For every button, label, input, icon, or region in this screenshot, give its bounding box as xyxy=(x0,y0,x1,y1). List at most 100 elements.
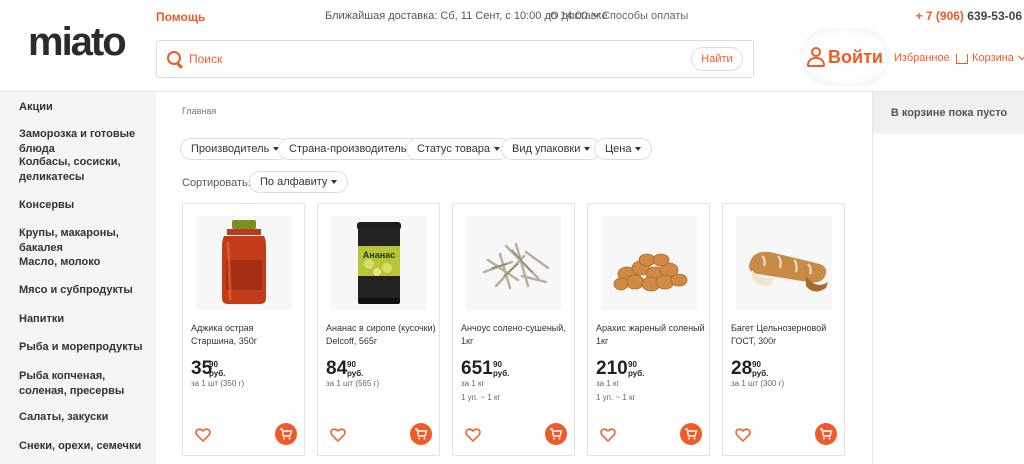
breadcrumb[interactable]: Главная xyxy=(182,106,216,116)
product-image[interactable]: Ананас xyxy=(331,216,427,310)
cart-icon xyxy=(280,428,293,440)
price-integer: 28 xyxy=(731,358,753,379)
add-to-cart-button[interactable] xyxy=(410,423,432,445)
login-label: Войти xyxy=(828,46,883,67)
price-cents: 90 xyxy=(209,360,218,369)
phone-code: + 7 (906) xyxy=(915,9,964,23)
add-to-cart-button[interactable] xyxy=(680,423,702,445)
sidebar-item-canned[interactable]: Консервы xyxy=(19,198,149,213)
sidebar-item-dairy[interactable]: Масло, молоко xyxy=(19,255,149,270)
price-unit: за 1 кг xyxy=(596,379,620,388)
product-name[interactable]: Анчоус солено-сушеный, 1кг xyxy=(461,322,571,348)
product-card[interactable]: Багет Цельнозерновой ГОСТ, 300г 28 90 руб… xyxy=(722,203,845,456)
price-currency: руб. xyxy=(209,369,226,378)
delivery-text: Ближайшая доставка: Сб, 11 Сент, с 10:00… xyxy=(325,10,588,22)
phone-number[interactable]: + 7 (906) 639-53-06 xyxy=(916,9,1022,23)
price-unit: за 1 шт (300 г) xyxy=(731,379,785,388)
user-icon xyxy=(807,47,826,67)
cart-panel: В корзине пока пусто xyxy=(872,92,1024,464)
price-unit: за 1 кг xyxy=(461,379,485,388)
product-name[interactable]: Арахис жареный соленый 1кг xyxy=(596,322,706,348)
product-price: 28 90 руб. xyxy=(731,358,768,380)
favorites-link[interactable]: Избранное xyxy=(894,52,950,64)
logo-text: miato xyxy=(28,20,127,64)
price-currency: руб. xyxy=(628,369,645,378)
filter-label: Вид упаковки xyxy=(512,143,581,155)
filter-status[interactable]: Статус товара xyxy=(406,138,511,160)
price-currency: руб. xyxy=(493,369,510,378)
search-input[interactable] xyxy=(189,49,669,69)
add-to-cart-button[interactable] xyxy=(275,423,297,445)
price-cents: 90 xyxy=(628,360,637,369)
product-name[interactable]: Аджика острая Старшина, 350г xyxy=(191,322,301,348)
price-cents-currency: 90 руб. xyxy=(209,360,225,378)
search-button[interactable]: Найти xyxy=(691,47,743,71)
heart-icon[interactable] xyxy=(732,424,754,446)
price-cents-currency: 90 руб. xyxy=(493,360,509,378)
heart-icon[interactable] xyxy=(192,424,214,446)
price-cents: 90 xyxy=(493,360,502,369)
price-integer: 210 xyxy=(596,358,628,379)
product-image[interactable] xyxy=(601,216,697,310)
caret-down-icon xyxy=(493,147,500,151)
product-card[interactable]: Ананас Ананас в сиропе (кусочки) Delcoff… xyxy=(317,203,440,456)
price-currency: руб. xyxy=(752,369,769,378)
add-to-cart-button[interactable] xyxy=(815,423,837,445)
sidebar-item-sausages[interactable]: Колбасы, сосиски, деликатесы xyxy=(19,155,149,185)
filter-label: Страна-производитель xyxy=(289,143,407,155)
logo[interactable]: miato xyxy=(28,20,127,64)
cart-icon xyxy=(550,428,563,440)
filter-price[interactable]: Цена xyxy=(594,138,653,160)
chevron-down-icon xyxy=(1017,51,1024,61)
price-cents: 90 xyxy=(752,360,761,369)
sidebar-item-smoked-fish[interactable]: Рыба копченая, соленая, пресервы xyxy=(19,369,149,399)
sidebar-item-seafood[interactable]: Рыба и морепродукты xyxy=(19,340,149,355)
login-button[interactable]: Войти xyxy=(800,28,890,86)
sort-label: Сортировать: xyxy=(182,177,251,189)
product-image[interactable] xyxy=(196,216,292,310)
product-card[interactable]: Анчоус солено-сушеный, 1кг 651 90 руб. за… xyxy=(452,203,575,456)
add-to-cart-button[interactable] xyxy=(545,423,567,445)
caret-down-icon xyxy=(635,147,642,151)
filter-manufacturer[interactable]: Производитель xyxy=(180,138,291,160)
sidebar-item-promotions[interactable]: Акции xyxy=(19,100,149,115)
sidebar-item-salads[interactable]: Салаты, закуски xyxy=(19,410,149,425)
product-price: 84 90 руб. xyxy=(326,358,363,380)
cart-link[interactable]: Корзина xyxy=(956,51,1024,64)
caret-down-icon xyxy=(331,180,338,184)
sort-value: По алфавиту xyxy=(260,176,328,188)
product-price: 651 90 руб. xyxy=(461,358,509,380)
price-cents-currency: 90 руб. xyxy=(347,360,363,378)
product-price: 210 90 руб. xyxy=(596,358,644,380)
heart-icon[interactable] xyxy=(462,424,484,446)
product-price: 35 90 руб. xyxy=(191,358,225,380)
heart-icon[interactable] xyxy=(597,424,619,446)
product-name[interactable]: Багет Цельнозерновой ГОСТ, 300г xyxy=(731,322,841,348)
product-card[interactable]: Аджика острая Старшина, 350г 35 90 руб. з… xyxy=(182,203,305,456)
filter-package[interactable]: Вид упаковки xyxy=(501,138,602,160)
price-currency: руб. xyxy=(347,369,364,378)
filter-label: Производитель xyxy=(191,143,270,155)
product-image[interactable] xyxy=(466,216,562,310)
sidebar-item-snacks[interactable]: Снеки, орехи, семечки xyxy=(19,439,149,454)
price-integer: 84 xyxy=(326,358,348,379)
payment-methods-link[interactable]: Способы оплаты xyxy=(602,10,688,22)
product-image[interactable] xyxy=(736,216,832,310)
price-integer: 651 xyxy=(461,358,493,379)
about-delivery-link[interactable]: О доставке xyxy=(550,10,608,22)
help-link[interactable]: Помощь xyxy=(156,10,205,24)
cart-icon xyxy=(415,428,428,440)
can-label-text: Ананас xyxy=(363,250,395,260)
sidebar-item-meat[interactable]: Мясо и субпродукты xyxy=(19,283,149,298)
product-card[interactable]: Арахис жареный соленый 1кг 210 90 руб. за… xyxy=(587,203,710,456)
sort-select[interactable]: По алфавиту xyxy=(249,171,349,193)
sidebar-item-groceries[interactable]: Крупы, макароны, бакалея xyxy=(19,226,149,256)
package-unit: 1 уп. ~ 1 кг xyxy=(461,393,501,402)
price-cents-currency: 90 руб. xyxy=(752,360,768,378)
sidebar-item-drinks[interactable]: Напитки xyxy=(19,312,149,327)
sidebar-item-frozen[interactable]: Заморозка и готовые блюда xyxy=(19,127,149,157)
caret-down-icon xyxy=(584,147,591,151)
cart-empty-message: В корзине пока пусто xyxy=(873,92,1024,134)
heart-icon[interactable] xyxy=(327,424,349,446)
product-name[interactable]: Ананас в сиропе (кусочки) Delcoff, 565г xyxy=(326,322,436,348)
